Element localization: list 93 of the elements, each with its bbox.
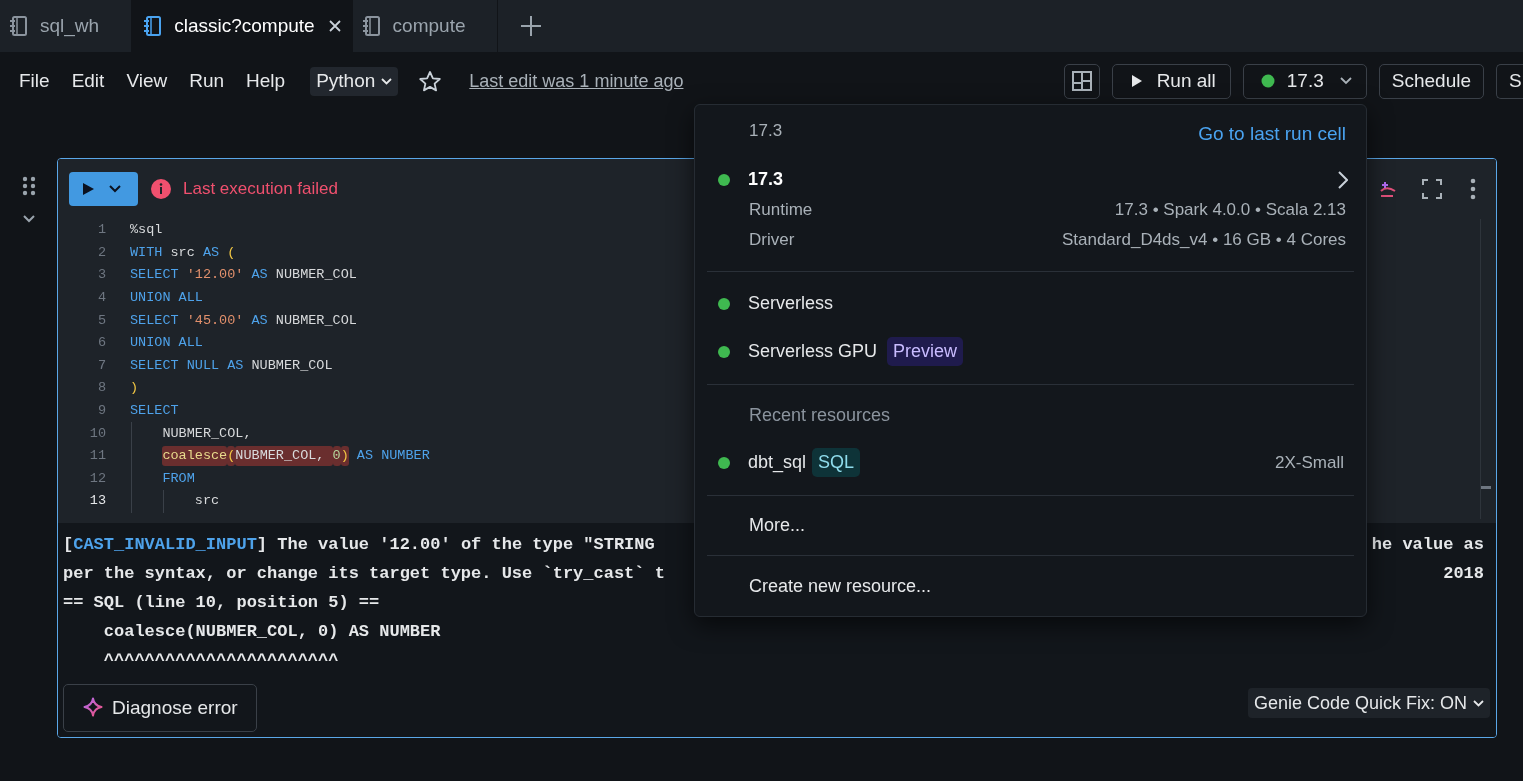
error-message: ^^^^^^^^^^^^^^^^^^^^^^^	[102, 649, 339, 672]
line-number: 11	[88, 447, 106, 466]
menu-item[interactable]: 17.3 Runtime 17.3 • Spark 4.0.0 • Scala 2.13 Driver Standard_D4ds_v4 • 16 GB • 4 Cores	[707, 160, 1354, 263]
code-line: NUBMER_COL,	[130, 422, 252, 445]
code-line: SELECT NULL AS NUBMER_COL	[130, 356, 333, 375]
play-icon	[1130, 74, 1143, 88]
status-message: Last execution failed	[183, 178, 338, 201]
error-message: == SQL (line 10, position 5) ==	[63, 591, 380, 614]
run-all-button[interactable]: Run all	[1111, 63, 1231, 99]
layout-icon	[1070, 70, 1093, 92]
line-number: 13	[88, 492, 106, 511]
last-run-cell-link[interactable]: Go to last run cell	[1198, 119, 1346, 149]
play-icon	[81, 182, 95, 196]
code-line: FROM	[130, 467, 195, 491]
line-number: 6	[96, 334, 106, 353]
caret-icon	[381, 77, 393, 85]
tag: Preview	[887, 337, 964, 367]
drag-handle-icon[interactable]	[21, 176, 36, 196]
menu-item[interactable]: View	[115, 66, 179, 96]
star-icon[interactable]	[418, 69, 443, 93]
detail-label: Runtime	[749, 199, 813, 222]
code-line: src	[130, 490, 220, 513]
assistant-icon[interactable]	[1379, 179, 1397, 199]
add-tab-icon[interactable]	[520, 15, 543, 37]
error-icon	[150, 178, 172, 200]
quick-fix-dropdown[interactable]: Genie Code Quick Fix: ON	[1247, 688, 1490, 718]
status-dot	[718, 173, 730, 186]
run-cell-button[interactable]	[69, 172, 138, 206]
share-button[interactable]: S	[1496, 63, 1523, 99]
detail-value: 17.3 • Spark 4.0.0 • Scala 2.13	[1114, 199, 1346, 222]
line-number: 2	[96, 243, 106, 262]
compute-dropdown[interactable]: 17.3	[1242, 63, 1367, 99]
menu-item[interactable]: Run	[178, 66, 236, 96]
caret-icon	[1473, 699, 1484, 707]
code-line: WITH src AS (	[130, 243, 236, 262]
schedule-button[interactable]: Schedule	[1378, 63, 1484, 99]
caret-icon	[109, 185, 121, 193]
code-line: %sql	[130, 221, 163, 240]
fullscreen-icon[interactable]	[1421, 178, 1443, 200]
line-number: 8	[96, 379, 106, 398]
code-line: UNION ALL	[130, 334, 203, 353]
diagnose-error-button[interactable]: Diagnose error	[63, 684, 257, 732]
menu-item[interactable]: Serverless	[707, 279, 1354, 328]
code-line: SELECT '45.00' AS NUBMER_COL	[130, 311, 357, 330]
code-line: UNION ALL	[130, 288, 203, 307]
code-line: SELECT '12.00' AS NUBMER_COL	[130, 266, 357, 285]
menu-item[interactable]: Serverless GPU Preview	[707, 327, 1354, 376]
line-number: 12	[88, 469, 106, 488]
line-number: 3	[96, 266, 106, 285]
caret-icon	[1339, 77, 1352, 85]
language-dropdown[interactable]: Python	[310, 66, 399, 96]
line-number: 7	[96, 356, 106, 375]
last-edit-link[interactable]: Last edit was 1 minute ago	[469, 67, 684, 95]
scrollbar[interactable]	[1480, 219, 1490, 519]
more-options-icon[interactable]	[1470, 178, 1476, 200]
menu-item[interactable]: More...	[707, 503, 1354, 548]
status-dot	[1260, 74, 1275, 88]
code-line: coalesce(NUBMER_COL, 0) AS NUMBER	[130, 444, 430, 468]
tab[interactable]: classic?compute	[132, 0, 353, 52]
chevron-right-icon	[1338, 170, 1348, 189]
code-line: )	[130, 379, 139, 398]
code-line: SELECT	[130, 401, 179, 420]
error-message: per the syntax, or change its target type. Use `try_cast` t	[63, 562, 665, 585]
error-message: [CAST_INVALID_INPUT] The value '12.00' of the type "STRING	[63, 533, 655, 556]
notebook-icon	[360, 15, 381, 37]
tag: SQL	[812, 448, 861, 477]
line-number: 4	[96, 288, 106, 307]
menu-item[interactable]: File	[8, 66, 61, 96]
sparkle-icon	[82, 697, 104, 719]
status-dot	[718, 345, 730, 358]
chevron-down-icon[interactable]	[21, 214, 36, 224]
close-icon[interactable]	[328, 20, 341, 32]
menu-item[interactable]: Create new resource...	[707, 564, 1354, 609]
menu-item[interactable]: dbt_sql SQL 2X-Small	[707, 438, 1354, 487]
error-code-link[interactable]: CAST_INVALID_INPUT	[73, 534, 257, 554]
notebook-icon	[142, 15, 163, 37]
status-dot	[718, 297, 730, 310]
line-number: 5	[96, 311, 106, 330]
detail-value: Standard_D4ds_v4 • 16 GB • 4 Cores	[1061, 229, 1346, 252]
notebook-icon	[8, 15, 28, 37]
line-number: 9	[96, 401, 106, 420]
detail-label: Driver	[749, 229, 795, 252]
error-message: coalesce(NUBMER_COL, 0) AS NUMBER	[102, 620, 441, 643]
menu-item[interactable]: Help	[235, 66, 297, 96]
section-heading: Recent resources	[748, 404, 892, 427]
status-dot	[718, 456, 730, 469]
menu-header: 17.3	[749, 120, 783, 143]
line-number: 1	[96, 221, 106, 240]
layout-button[interactable]	[1063, 63, 1100, 99]
menu-item[interactable]: Edit	[60, 66, 116, 96]
line-number: 10	[88, 424, 106, 443]
error-message: 2018	[1443, 562, 1484, 585]
error-message: he value as	[1371, 533, 1484, 556]
